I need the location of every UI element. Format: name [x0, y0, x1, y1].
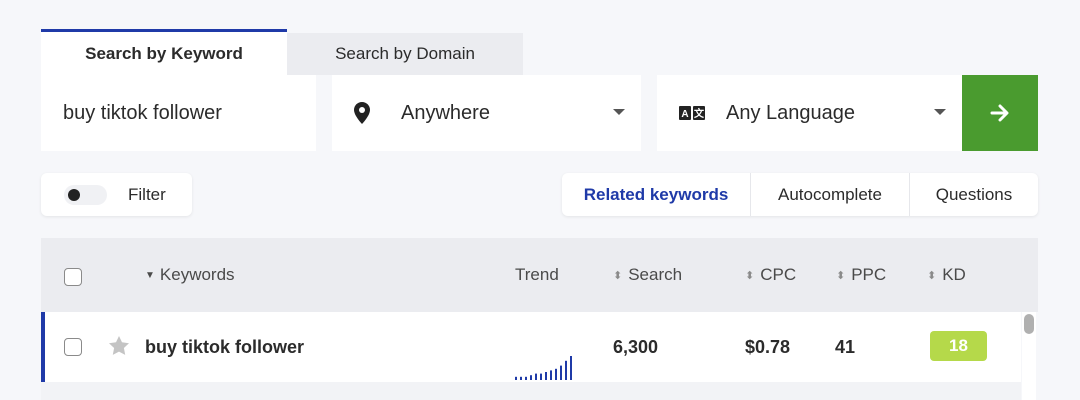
map-pin-icon — [354, 102, 370, 124]
row-search-volume-text: 6,300 — [613, 336, 659, 357]
trend-bar — [555, 368, 557, 380]
chevron-down-icon — [613, 109, 625, 115]
column-cpc[interactable]: ⬍ CPC — [745, 238, 796, 312]
keyword-input[interactable]: buy tiktok follower — [41, 75, 332, 151]
language-select[interactable]: A 文 Any Language — [657, 75, 962, 151]
trend-bar — [515, 376, 517, 380]
column-keywords[interactable]: ▼ Keywords — [145, 238, 235, 312]
sort-icon: ⬍ — [927, 269, 937, 282]
row-ppc: 41 — [835, 312, 855, 382]
sort-desc-icon: ▼ — [145, 269, 155, 281]
column-ppc[interactable]: ⬍ PPC — [836, 238, 886, 312]
trend-sparkline — [515, 356, 572, 380]
filter-control[interactable]: Filter — [41, 173, 192, 216]
row-ppc-text: 41 — [835, 336, 856, 357]
trend-bar — [520, 376, 522, 380]
scrollbar-thumb[interactable] — [1024, 314, 1034, 334]
location-select[interactable]: Anywhere — [332, 75, 641, 151]
column-trend: Trend — [515, 238, 559, 312]
trend-bar — [550, 370, 552, 380]
row-keyword-text: buy tiktok follower — [145, 336, 305, 357]
search-bar: buy tiktok follower Anywhere A 文 Any Lan… — [41, 75, 1038, 151]
row-search-volume: 6,300 — [613, 312, 658, 382]
tab-autocomplete-label: Autocomplete — [778, 184, 882, 204]
column-search-label: Search — [628, 265, 683, 284]
keyword-mode-tabs: Related keywords Autocomplete Questions — [562, 173, 1038, 216]
row-checkbox[interactable] — [64, 338, 82, 356]
column-keywords-label: Keywords — [159, 265, 235, 284]
kd-badge-text: 18 — [949, 336, 968, 355]
trend-bar — [545, 372, 547, 380]
tab-related-keywords[interactable]: Related keywords — [562, 173, 751, 216]
location-select-value: Anywhere — [401, 101, 490, 124]
chevron-down-icon — [934, 109, 946, 115]
svg-text:文: 文 — [694, 107, 705, 120]
row-keyword[interactable]: buy tiktok follower — [145, 312, 304, 382]
tab-search-by-keyword[interactable]: Search by Keyword — [41, 29, 287, 75]
trend-bar — [535, 373, 537, 380]
star-icon[interactable] — [109, 336, 129, 355]
arrow-right-icon — [990, 104, 1010, 122]
kd-badge: 18 — [930, 331, 987, 361]
select-all-checkbox[interactable] — [64, 268, 82, 286]
sort-icon: ⬍ — [836, 269, 846, 282]
toggle-knob — [68, 188, 80, 201]
translate-icon: A 文 — [679, 106, 705, 120]
field-gap — [641, 75, 657, 151]
filter-label: Filter — [128, 184, 166, 204]
tab-autocomplete[interactable]: Autocomplete — [751, 173, 910, 216]
table-header: ▼ Keywords Trend ⬍ Search ⬍ CPC ⬍ PPC ⬍ … — [41, 238, 1038, 312]
trend-bar — [570, 356, 572, 380]
tab-search-by-keyword-label: Search by Keyword — [85, 43, 243, 63]
column-trend-label: Trend — [515, 265, 559, 284]
sort-icon: ⬍ — [613, 269, 623, 282]
column-kd[interactable]: ⬍ KD — [927, 238, 966, 312]
trend-bar — [565, 360, 567, 380]
next-row-peek — [41, 382, 1021, 400]
trend-bar — [560, 365, 562, 380]
column-ppc-label: PPC — [851, 265, 887, 284]
tab-questions[interactable]: Questions — [910, 173, 1038, 216]
filter-toggle[interactable] — [64, 184, 107, 205]
svg-text:A: A — [681, 109, 688, 120]
sort-icon: ⬍ — [745, 269, 755, 282]
table-scrollbar[interactable] — [1022, 312, 1036, 400]
trend-bar — [540, 373, 542, 380]
table-row[interactable]: buy tiktok follower 6,300 $0.78 41 18 — [41, 312, 1021, 382]
trend-bar — [525, 376, 527, 380]
row-cpc: $0.78 — [745, 312, 790, 382]
column-cpc-label: CPC — [760, 265, 797, 284]
tab-questions-label: Questions — [935, 184, 1013, 204]
column-kd-label: KD — [942, 265, 966, 284]
column-search[interactable]: ⬍ Search — [613, 238, 682, 312]
row-cpc-text: $0.78 — [745, 336, 791, 357]
language-select-value: Any Language — [726, 101, 856, 124]
search-go-button[interactable] — [962, 75, 1038, 151]
trend-bar — [530, 375, 532, 380]
tab-related-keywords-label: Related keywords — [583, 184, 729, 204]
keyword-input-value: buy tiktok follower — [63, 101, 222, 124]
tab-search-by-domain-label: Search by Domain — [335, 44, 475, 63]
tab-search-by-domain[interactable]: Search by Domain — [287, 33, 523, 75]
